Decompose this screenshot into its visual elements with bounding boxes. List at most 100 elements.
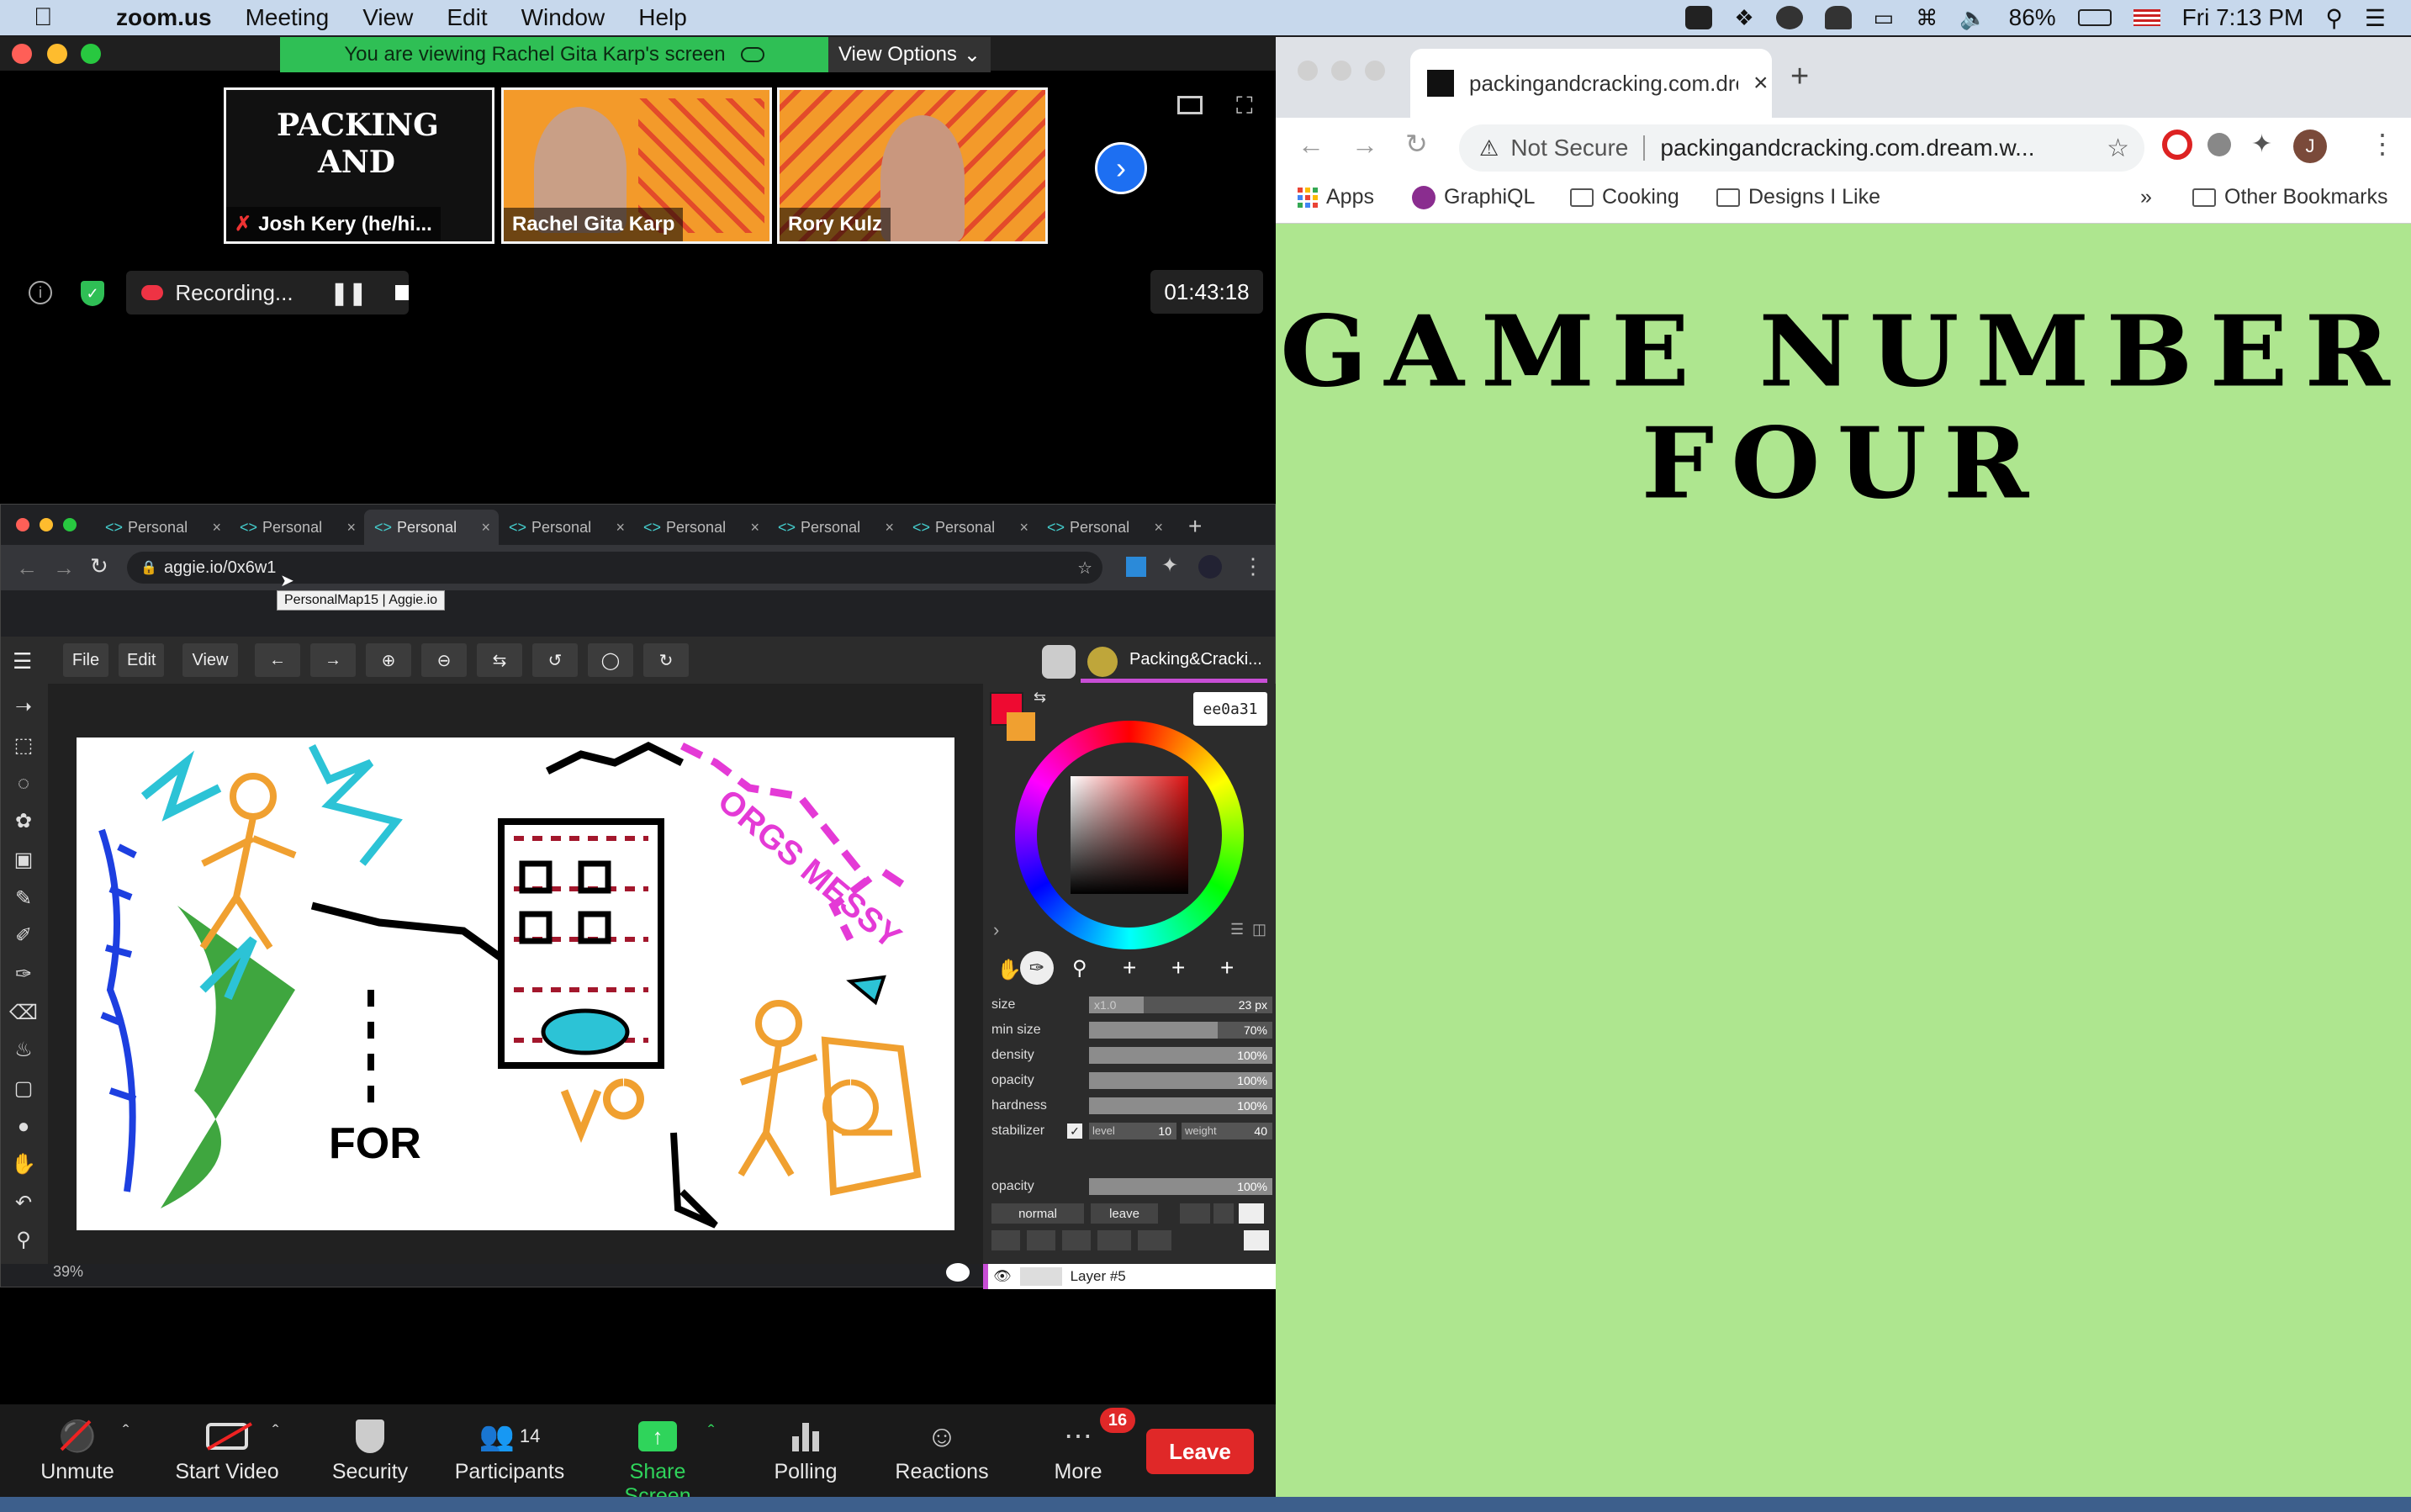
forward-icon[interactable]: →: [1351, 130, 1378, 161]
move-tool-icon[interactable]: ➝: [11, 694, 36, 719]
hamburger-menu-icon[interactable]: ☰: [13, 648, 32, 674]
eye-icon[interactable]: 👁: [993, 1268, 1012, 1285]
eraser-icon[interactable]: ⌫: [9, 1000, 38, 1025]
leave-layer-button[interactable]: leave: [1091, 1203, 1158, 1224]
menu-edit[interactable]: Edit: [447, 4, 487, 31]
fill-bucket-icon[interactable]: ♨: [11, 1037, 36, 1062]
adblock-extension-icon[interactable]: [2162, 130, 2192, 160]
delete-layer-icon[interactable]: [1244, 1230, 1269, 1250]
chrome-address-bar[interactable]: ⚠ Not Secure packingandcracking.com.drea…: [1459, 124, 2144, 172]
merge-down-icon[interactable]: [1027, 1230, 1055, 1250]
zoom-window-button[interactable]: [81, 44, 101, 64]
flag-icon[interactable]: [2133, 9, 2160, 26]
swap-colors-icon[interactable]: ⇆: [1034, 689, 1046, 706]
kebab-menu-icon[interactable]: ⋮: [1242, 553, 1264, 579]
close-tab-icon[interactable]: ×: [1154, 519, 1163, 537]
shared-tab-2[interactable]: <> Personal ×: [230, 510, 364, 545]
polling-button[interactable]: Polling: [747, 1413, 864, 1488]
airplay-icon[interactable]: ▭: [1874, 5, 1895, 31]
back-icon[interactable]: ←: [1298, 130, 1324, 161]
chrome-menu-icon[interactable]: ⋮: [2369, 128, 2396, 160]
level-slider[interactable]: level 10: [1089, 1123, 1176, 1139]
chrome-max-dot[interactable]: [1365, 61, 1385, 81]
shield-icon[interactable]: ✓: [81, 281, 104, 306]
redo-arrow-icon[interactable]: →: [310, 643, 356, 677]
paintbrush-icon[interactable]: ✑: [1020, 951, 1054, 985]
rotate-left-icon[interactable]: ↺: [532, 643, 578, 677]
file-menu-button[interactable]: File: [63, 643, 108, 677]
participant-tile-rory[interactable]: Rory Kulz: [777, 87, 1048, 244]
chrome-min-dot[interactable]: [1331, 61, 1351, 81]
hand-icon[interactable]: ✋: [11, 1151, 36, 1176]
bookmark-apps[interactable]: Apps: [1298, 185, 1374, 209]
owl-avatar-icon[interactable]: [1087, 647, 1118, 677]
rectangle-icon[interactable]: ▢: [11, 1076, 36, 1101]
canvas-zoom-level[interactable]: 39%: [53, 1263, 83, 1281]
participants-button[interactable]: 👥 14 Participants: [442, 1413, 577, 1488]
close-window-button[interactable]: [12, 44, 32, 64]
star-icon[interactable]: ☆: [1077, 558, 1092, 579]
menu-meeting[interactable]: Meeting: [246, 4, 330, 31]
bookmark-designs[interactable]: Designs I Like: [1716, 185, 1880, 209]
clock[interactable]: Fri 7:13 PM: [2182, 4, 2304, 31]
start-video-button[interactable]: Start Video: [168, 1413, 286, 1488]
info-icon[interactable]: i: [29, 281, 52, 304]
back-icon[interactable]: ←: [16, 555, 38, 581]
secondary-color-swatch[interactable]: [1007, 712, 1035, 741]
stop-icon[interactable]: [395, 285, 409, 300]
bookmark-star-icon[interactable]: ☆: [2107, 134, 2129, 163]
layer-opacity-slider[interactable]: 100%: [1089, 1178, 1272, 1195]
share-screen-button[interactable]: ↑ Share Screen: [599, 1413, 716, 1508]
clear-layer-icon[interactable]: [1062, 1230, 1091, 1250]
shared-tab-5[interactable]: <> Personal ×: [633, 510, 768, 545]
rotate-right-icon[interactable]: ↻: [643, 643, 689, 677]
close-tab-icon[interactable]: ×: [346, 519, 356, 537]
list-view-icon[interactable]: ☰: [1230, 921, 1244, 938]
weight-slider[interactable]: weight 40: [1182, 1123, 1272, 1139]
cat-avatar-icon[interactable]: [1042, 645, 1076, 679]
reactions-button[interactable]: ☺ Reactions: [883, 1413, 1001, 1488]
zoom-out-icon[interactable]: ⊖: [421, 643, 467, 677]
flip-icon[interactable]: ⇆: [477, 643, 522, 677]
reload-icon[interactable]: ↻: [1405, 128, 1428, 160]
shared-tab-3[interactable]: <> Personal ×: [364, 510, 499, 545]
audio-options-chevron-icon[interactable]: ˆ: [123, 1421, 129, 1443]
extensions-puzzle-icon[interactable]: ✦: [2251, 130, 2272, 159]
ellipse-select-icon[interactable]: ◌: [11, 771, 36, 796]
bookmark-other[interactable]: Other Bookmarks: [2192, 185, 2388, 209]
shared-tab-4[interactable]: <> Personal ×: [499, 510, 633, 545]
spotlight-search-icon[interactable]: ⚲: [2325, 4, 2343, 32]
remove-layer-icon[interactable]: [1138, 1230, 1171, 1250]
add-brush-4-icon[interactable]: +: [1123, 954, 1136, 981]
menu-help[interactable]: Help: [638, 4, 687, 31]
stabilizer-checkbox[interactable]: ✓: [1067, 1123, 1082, 1139]
shared-tab-7[interactable]: <> Personal ×: [902, 510, 1037, 545]
close-tab-icon[interactable]: ×: [481, 519, 490, 537]
view-menu-button[interactable]: View: [182, 643, 238, 677]
expand-chevron-icon[interactable]: ›: [993, 919, 999, 941]
close-tab-icon[interactable]: ×: [750, 519, 759, 537]
bookmark-graphiql[interactable]: GraphiQL: [1412, 185, 1535, 209]
lasso-icon[interactable]: ✿: [11, 808, 36, 833]
elephant-icon[interactable]: [1824, 6, 1852, 29]
undo-arrow-icon[interactable]: ←: [255, 643, 300, 677]
shared-tab-8[interactable]: <> Personal ×: [1037, 510, 1171, 545]
zoom-tool-icon[interactable]: ⚲: [11, 1227, 36, 1252]
edit-menu-button[interactable]: Edit: [119, 643, 165, 677]
chat-bubble-icon[interactable]: [946, 1263, 970, 1282]
chrome-close-dot[interactable]: [1298, 61, 1318, 81]
bookmarks-overflow[interactable]: »: [2140, 185, 2152, 209]
participant-tile-josh[interactable]: PACKING AND ✗ Josh Kery (he/hi...: [224, 87, 494, 244]
drawing-canvas[interactable]: FOR ORGS MESSY: [77, 737, 954, 1230]
magnify-brush-icon[interactable]: ⚲: [1072, 956, 1087, 981]
profile-icon[interactable]: [1198, 555, 1222, 579]
eyedropper-icon[interactable]: ✎: [11, 886, 36, 911]
extension-icon[interactable]: [1126, 557, 1146, 577]
close-tab-icon[interactable]: ×: [616, 519, 625, 537]
shared-tab-6[interactable]: <> Personal ×: [768, 510, 902, 545]
undo-icon[interactable]: ↶: [11, 1190, 36, 1215]
new-tab-icon[interactable]: +: [1188, 513, 1202, 540]
density-slider[interactable]: 100%: [1089, 1047, 1272, 1064]
hex-color-input[interactable]: ee0a31: [1193, 692, 1267, 726]
pause-icon[interactable]: ❚❚: [330, 280, 367, 306]
